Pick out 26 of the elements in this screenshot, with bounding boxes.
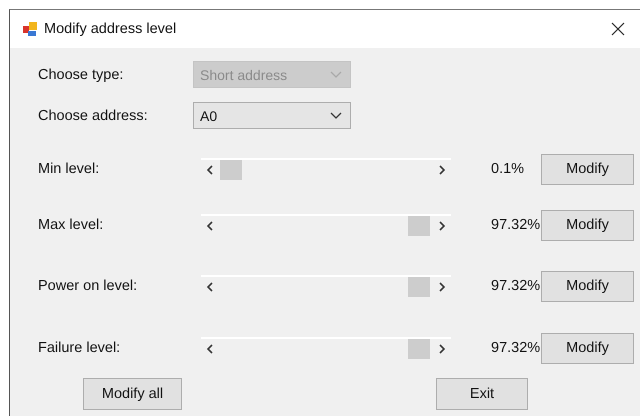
slider-thumb[interactable]	[220, 160, 242, 180]
window-title: Modify address level	[44, 21, 176, 37]
level-label: Power on level:	[38, 278, 138, 294]
modify-button[interactable]: Modify	[541, 210, 634, 240]
level-value: 97.32%	[491, 340, 541, 356]
modify-button[interactable]: Modify	[541, 270, 634, 302]
slider-thumb[interactable]	[408, 339, 430, 359]
modify-all-button[interactable]: Modify all	[83, 378, 182, 410]
exit-button[interactable]: Exit	[436, 378, 528, 410]
level-value: 0.1%	[491, 161, 526, 177]
modify-button[interactable]: Modify	[541, 332, 634, 364]
slider-thumb[interactable]	[408, 216, 430, 236]
close-icon[interactable]	[611, 22, 625, 36]
level-label: Failure level:	[38, 340, 122, 356]
level-value: 97.32%	[491, 217, 541, 233]
level-label: Max level:	[38, 217, 104, 233]
dropdown[interactable]: A0	[193, 102, 351, 129]
chevron-down-icon	[330, 70, 342, 78]
chevron-down-icon	[330, 112, 342, 120]
field-label: Choose address:	[38, 108, 149, 124]
level-value: 97.32%	[491, 278, 541, 294]
field-label: Choose type:	[38, 66, 124, 82]
slider-thumb[interactable]	[408, 277, 430, 297]
level-label: Min level:	[38, 161, 100, 177]
app-icon	[22, 21, 38, 37]
modify-button[interactable]: Modify	[541, 154, 634, 184]
